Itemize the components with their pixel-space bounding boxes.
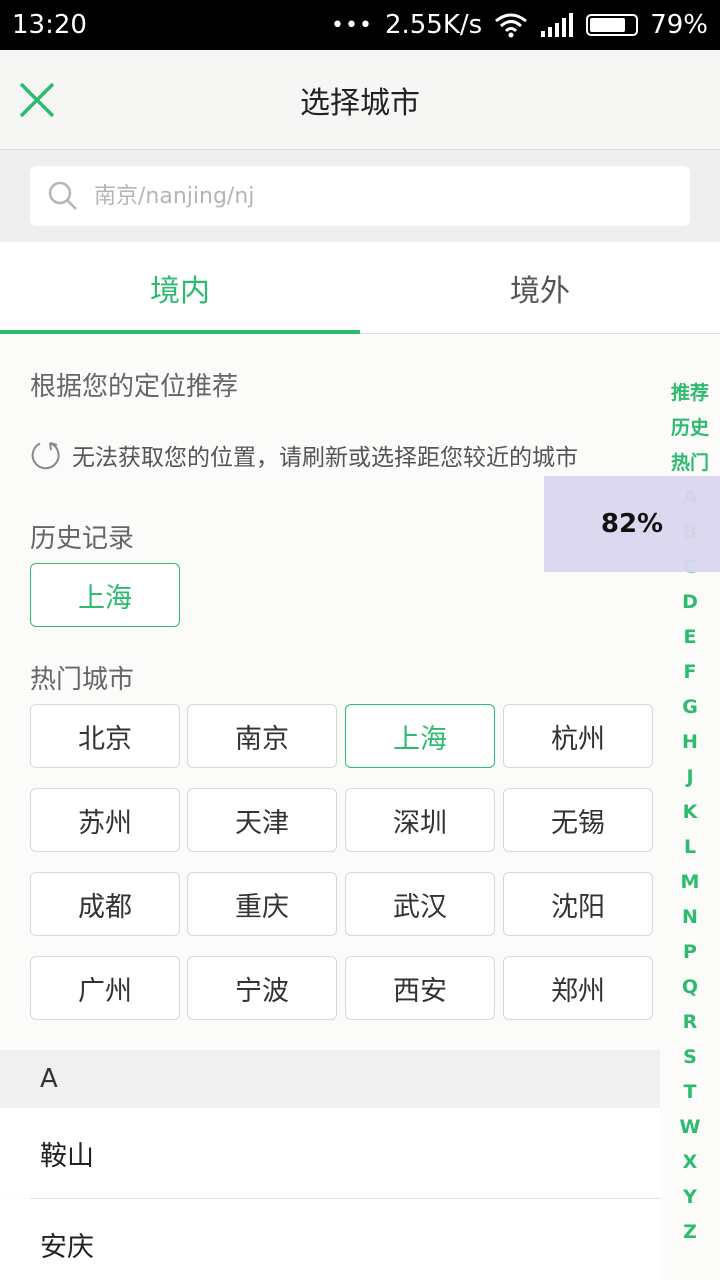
tab-domestic[interactable]: 境内	[0, 242, 360, 334]
list-item[interactable]: 安庆	[0, 1199, 660, 1280]
index-item[interactable]: R	[660, 1004, 720, 1039]
hot-city-button[interactable]: 沈阳	[503, 872, 653, 936]
index-item[interactable]: N	[660, 899, 720, 934]
index-item[interactable]: T	[660, 1074, 720, 1109]
index-item[interactable]: Q	[660, 969, 720, 1004]
tab-overseas[interactable]: 境外	[360, 242, 720, 333]
search-box[interactable]	[30, 166, 690, 226]
index-toast: 82%	[544, 476, 720, 572]
page-title: 选择城市	[300, 85, 420, 121]
refresh-icon[interactable]	[30, 439, 62, 471]
wifi-icon	[495, 13, 528, 38]
hot-cities-title: 热门城市	[30, 665, 135, 695]
hot-city-button[interactable]: 无锡	[503, 788, 653, 852]
search-input[interactable]	[94, 183, 654, 209]
index-item[interactable]: Z	[660, 1214, 720, 1249]
letter-header: A	[0, 1050, 660, 1108]
hot-city-button[interactable]: 上海	[345, 704, 495, 768]
location-row[interactable]: 无法获取您的位置，请刷新或选择距您较近的城市	[30, 438, 578, 472]
hot-city-button[interactable]: 苏州	[30, 788, 180, 852]
index-item[interactable]: X	[660, 1144, 720, 1179]
location-message: 无法获取您的位置，请刷新或选择距您较近的城市	[72, 445, 578, 471]
hot-city-button[interactable]: 西安	[345, 956, 495, 1020]
search-icon	[48, 181, 77, 210]
status-bar: 13:20 ••• 2.55K/s 79%	[0, 0, 720, 50]
search-area	[0, 150, 720, 242]
header: 选择城市	[0, 50, 720, 150]
index-item[interactable]: 热门	[660, 444, 720, 479]
history-city-button[interactable]: 上海	[30, 563, 180, 627]
hot-city-button[interactable]: 武汉	[345, 872, 495, 936]
status-right: ••• 2.55K/s 79%	[331, 10, 708, 40]
hot-city-button[interactable]: 深圳	[345, 788, 495, 852]
index-item[interactable]: S	[660, 1039, 720, 1074]
battery-fill	[590, 18, 625, 32]
hot-city-button[interactable]: 宁波	[187, 956, 337, 1020]
status-dots: •••	[331, 12, 373, 38]
index-item[interactable]: D	[660, 584, 720, 619]
hot-city-button[interactable]: 南京	[187, 704, 337, 768]
close-icon[interactable]	[18, 81, 56, 119]
hot-city-button[interactable]: 广州	[30, 956, 180, 1020]
index-item[interactable]: 推荐	[660, 374, 720, 409]
status-time: 13:20	[12, 10, 87, 40]
region-tabs: 境内 境外	[0, 242, 720, 334]
index-item[interactable]: E	[660, 619, 720, 654]
index-item[interactable]: L	[660, 829, 720, 864]
index-item[interactable]: H	[660, 724, 720, 759]
index-item[interactable]: P	[660, 934, 720, 969]
hot-city-button[interactable]: 郑州	[503, 956, 653, 1020]
index-item[interactable]: F	[660, 654, 720, 689]
history-title: 历史记录	[30, 524, 135, 554]
hot-city-button[interactable]: 成都	[30, 872, 180, 936]
index-item[interactable]: 历史	[660, 409, 720, 444]
hot-city-button[interactable]: 重庆	[187, 872, 337, 936]
index-item[interactable]: K	[660, 794, 720, 829]
index-item[interactable]: M	[660, 864, 720, 899]
battery-percent: 79%	[650, 10, 708, 40]
hot-city-button[interactable]: 北京	[30, 704, 180, 768]
hot-city-button[interactable]: 天津	[187, 788, 337, 852]
hot-city-button[interactable]: 杭州	[503, 704, 653, 768]
signal-icon	[541, 13, 574, 37]
index-item[interactable]: G	[660, 689, 720, 724]
recommend-title: 根据您的定位推荐	[30, 372, 239, 402]
index-item[interactable]: Y	[660, 1179, 720, 1214]
index-item[interactable]: W	[660, 1109, 720, 1144]
index-item[interactable]: J	[660, 759, 720, 794]
list-item[interactable]: 鞍山	[0, 1108, 660, 1198]
battery-icon	[586, 14, 639, 36]
network-speed: 2.55K/s	[384, 10, 483, 40]
